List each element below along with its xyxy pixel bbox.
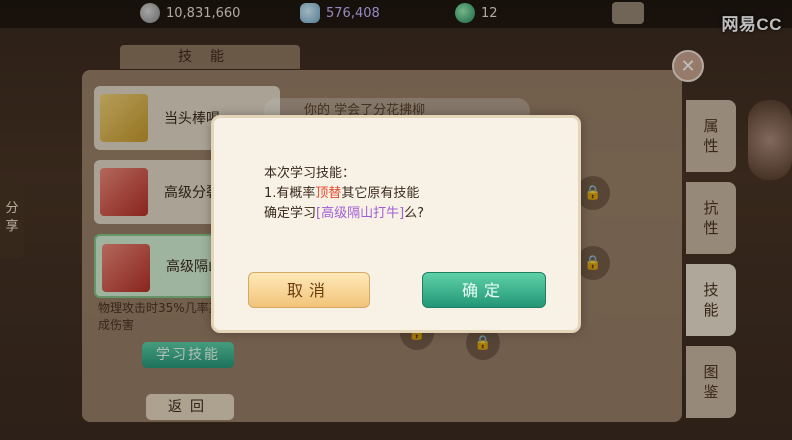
confirm-button[interactable]: 确定 [422,272,546,308]
confirm-dialog: 本次学习技能： 1.有概率顶替其它原有技能 确定学习[高级隔山打牛]么? 取消 … [214,118,578,330]
dialog-line-1: 本次学习技能： [264,166,356,181]
dialog-message: 本次学习技能： 1.有概率顶替其它原有技能 确定学习[高级隔山打牛]么? [264,164,424,224]
replace-warning: 顶替 [315,186,342,201]
dialog-line-3: 确定学习[高级隔山打牛]么? [264,206,425,221]
cancel-button[interactable]: 取消 [248,272,370,308]
skill-to-learn: [高级隔山打牛] [316,206,405,221]
game-screen: 10,831,660 576,408 12 网易CC 分享 技能 当头棒喝 高级… [0,0,792,440]
dialog-line-2: 1.有概率顶替其它原有技能 [264,186,420,201]
